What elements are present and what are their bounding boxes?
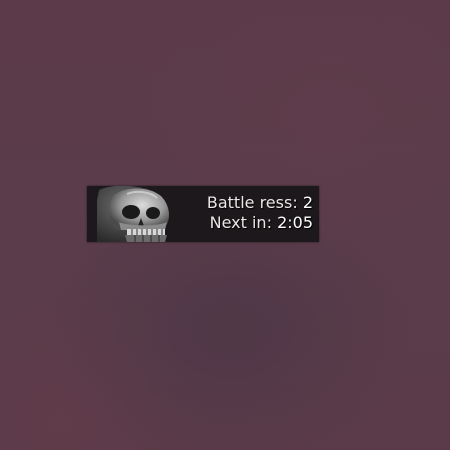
charges-line: Battle ress: 2	[187, 193, 313, 213]
battle-res-tracker: Battle ress: 2 Next in: 2:05	[87, 186, 319, 242]
skull-icon	[97, 186, 183, 242]
battle-res-text: Battle ress: 2 Next in: 2:05	[187, 193, 313, 233]
next-charge-timer: 2:05	[277, 213, 313, 232]
charges-value: 2	[302, 193, 313, 212]
next-charge-label: Next in:	[209, 213, 272, 232]
next-charge-line: Next in: 2:05	[187, 213, 313, 233]
charges-label: Battle ress:	[206, 193, 298, 212]
